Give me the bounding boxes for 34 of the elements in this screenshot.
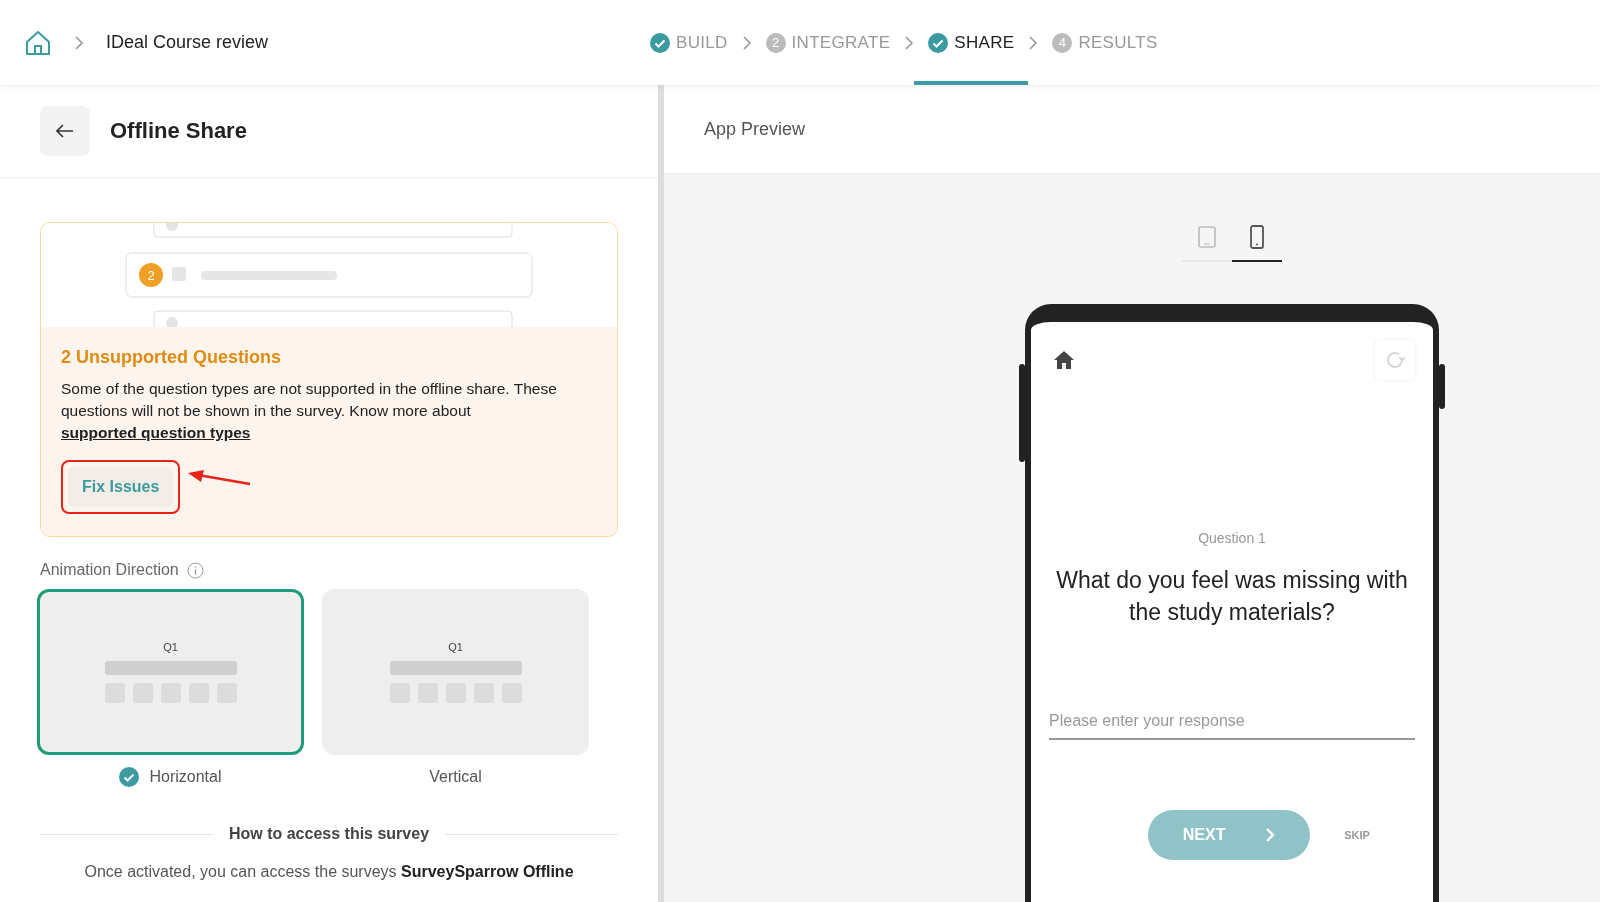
question-label: Q1 [163, 641, 178, 653]
info-icon[interactable] [186, 561, 204, 579]
panel-title: Offline Share [110, 118, 247, 144]
supported-types-link[interactable]: supported question types [61, 424, 251, 441]
home-icon[interactable] [1053, 350, 1075, 370]
chevron-right-icon [1265, 827, 1276, 843]
question-number: Question 1 [1198, 530, 1266, 546]
step-tab[interactable]: BUILD [636, 0, 742, 85]
back-button[interactable] [40, 106, 90, 156]
step-number: 4 [1052, 32, 1073, 53]
tablet-icon [1196, 225, 1218, 249]
warning-text: Some of the question types are not supported in the offline share. These questions will not be shown in the survey. Know more about supported question types [61, 379, 558, 443]
step-tab[interactable]: 2 INTEGRATE [751, 0, 905, 85]
access-text: Once activated, you can access the surveys SurveySparrow Offline [83, 863, 575, 881]
arrow-left-icon [56, 124, 74, 138]
chevron-right-icon [741, 34, 752, 51]
question-label: Q1 [448, 641, 463, 653]
question-list-illustration: 2 [124, 223, 534, 327]
step-tab[interactable]: 4 RESULTS [1038, 0, 1172, 85]
fix-issues-button[interactable]: Fix Issues [68, 467, 174, 507]
chevron-right-icon [1028, 34, 1039, 51]
refresh-icon [1384, 349, 1406, 371]
chevron-right-icon [904, 34, 915, 51]
step-number: 2 [765, 32, 786, 53]
preview-title: App Preview [704, 118, 806, 140]
check-circle-icon [119, 767, 140, 787]
section-label: Animation Direction [40, 561, 179, 579]
section-heading: How to access this survey [228, 825, 430, 843]
warning-title: 2 Unsupported Questions [61, 347, 283, 368]
skip-button[interactable]: SKIP [1338, 828, 1376, 842]
survey-title: IDeal Course review [106, 32, 269, 53]
chevron-right-icon [74, 34, 84, 51]
next-button[interactable]: NEXT [1148, 810, 1311, 860]
question-text: What do you feel was missing with the study materials? [1055, 566, 1409, 627]
